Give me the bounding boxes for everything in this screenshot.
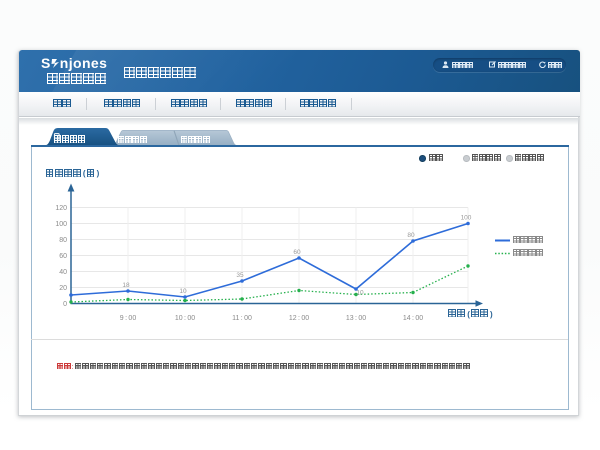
svg-text:0: 0 — [63, 301, 67, 308]
svg-text:80: 80 — [407, 232, 415, 239]
svg-text:40: 40 — [59, 269, 67, 276]
svg-text:13 : 00: 13 : 00 — [346, 315, 366, 322]
svg-text:9 : 00: 9 : 00 — [120, 315, 137, 322]
svg-text:20: 20 — [59, 285, 67, 292]
svg-text:12 : 00: 12 : 00 — [289, 315, 309, 322]
svg-text:80: 80 — [59, 237, 67, 244]
svg-text:120: 120 — [55, 205, 67, 212]
svg-text:35: 35 — [236, 272, 244, 279]
svg-text:100: 100 — [461, 215, 472, 222]
svg-text:18: 18 — [122, 282, 130, 289]
svg-text:10 : 00: 10 : 00 — [175, 315, 195, 322]
svg-text:11 : 00: 11 : 00 — [232, 315, 252, 322]
svg-text:14 : 00: 14 : 00 — [403, 315, 423, 322]
svg-text:10: 10 — [179, 288, 187, 295]
svg-text:100: 100 — [55, 221, 67, 228]
svg-text:60: 60 — [59, 253, 67, 260]
svg-text:60: 60 — [293, 249, 301, 256]
svg-text:10: 10 — [356, 290, 364, 297]
